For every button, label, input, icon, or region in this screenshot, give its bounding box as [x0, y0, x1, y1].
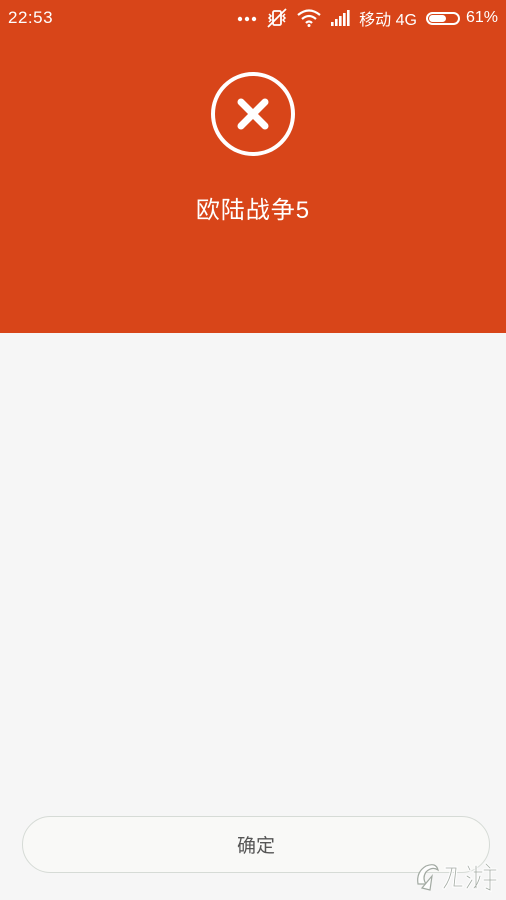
wifi-icon [297, 9, 321, 27]
more-notifications-icon [237, 14, 257, 22]
vibrate-off-icon [266, 8, 288, 28]
install-result-header: 22:53 移动 4G 61% 欧陆战争5 [0, 0, 506, 333]
battery-icon [425, 11, 460, 25]
status-bar: 22:53 移动 4G 61% [0, 0, 506, 36]
app-name: 欧陆战争5 [195, 197, 311, 224]
status-indicators: 移动 4G 61% [237, 6, 498, 30]
battery-percent: 61% [465, 9, 498, 26]
battery-fill [428, 14, 447, 22]
status-time: 22:53 [8, 8, 54, 27]
jiuyou-watermark-logo [417, 862, 498, 893]
carrier-label: 移动 4G [359, 12, 417, 29]
close-circle-icon [211, 72, 295, 156]
battery-indicator: 61% [425, 9, 498, 27]
signal-strength-icon [330, 10, 350, 26]
